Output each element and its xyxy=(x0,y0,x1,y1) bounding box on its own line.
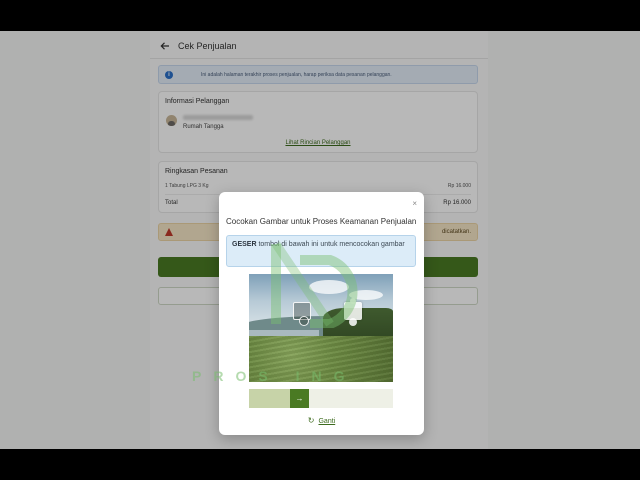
slider-fill xyxy=(249,389,290,408)
captcha-instruction: GESER tombol di bawah ini untuk mencocok… xyxy=(226,235,416,267)
captcha-slider-track[interactable]: → xyxy=(249,389,393,408)
refresh-link[interactable]: Ganti xyxy=(318,418,335,425)
instruction-text: tombol di bawah ini untuk mencocokan gam… xyxy=(256,241,405,248)
refresh-icon[interactable]: ↻ xyxy=(308,416,315,425)
instruction-keyword: GESER xyxy=(232,241,257,248)
image-cloud xyxy=(309,280,349,294)
captcha-modal: × Cocokan Gambar untuk Proses Keamanan P… xyxy=(219,192,424,435)
modal-title: Cocokan Gambar untuk Proses Keamanan Pen… xyxy=(226,217,417,226)
puzzle-piece[interactable] xyxy=(293,302,311,326)
captcha-image xyxy=(249,274,393,382)
arrow-right-icon[interactable]: → xyxy=(290,389,309,408)
refresh-control[interactable]: ↻ Ganti xyxy=(219,416,424,425)
app-screen: Cek Penjualan i Ini adalah halaman terak… xyxy=(0,31,640,449)
image-field-rows xyxy=(249,336,393,382)
puzzle-target-slot xyxy=(344,298,362,326)
close-icon[interactable]: × xyxy=(412,199,417,208)
